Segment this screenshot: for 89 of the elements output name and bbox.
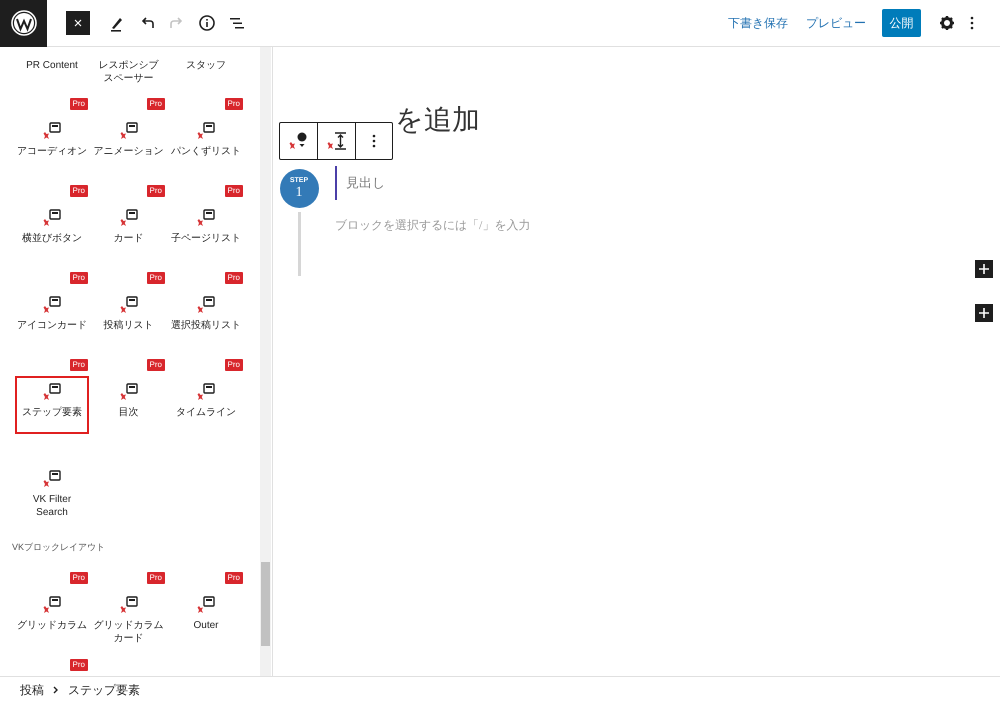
block-item[interactable]: グリッドカラムカード (92, 589, 166, 647)
block-icon (120, 208, 138, 226)
more-options-icon[interactable] (969, 15, 975, 31)
block-icon (120, 382, 138, 400)
block-icon (197, 208, 215, 226)
block-item[interactable]: Outer (169, 589, 243, 647)
block-icon (197, 295, 215, 313)
block-label: PR Content (25, 59, 79, 73)
block-label: グリッドカラムカード (92, 619, 164, 645)
breadcrumb-link[interactable]: 投稿 (20, 681, 44, 699)
block-icon (43, 121, 61, 139)
post-title-field[interactable]: を追加 (395, 105, 480, 137)
block-icon (43, 595, 61, 613)
pro-badge: Pro (146, 272, 165, 284)
pro-badge: Pro (146, 98, 165, 110)
step-line (298, 212, 300, 276)
block-item[interactable]: アイコンカード (15, 289, 89, 347)
block-item[interactable]: パンくずリスト (169, 115, 243, 173)
vertical-arrows-icon (326, 131, 348, 151)
pro-badge: Pro (224, 272, 243, 284)
block-icon (197, 382, 215, 400)
step-icon (288, 131, 310, 151)
step-number: 1 (296, 184, 302, 200)
block-label: アコーディオン (16, 145, 88, 158)
block-icon (197, 595, 215, 613)
block-label: パンくずリスト (170, 145, 242, 158)
breadcrumb-link[interactable]: ステップ要素 (68, 681, 140, 699)
close-button[interactable]: × (66, 11, 90, 35)
settings-icon[interactable] (939, 15, 955, 31)
pro-badge: Pro (224, 359, 243, 371)
block-item[interactable]: VK Filter Search (15, 463, 89, 521)
info-icon[interactable] (198, 14, 216, 32)
block-label: Outer (192, 619, 220, 632)
block-label: 横並びボタン (21, 232, 83, 245)
block-icon (43, 208, 61, 226)
block-item[interactable]: アニメーション (92, 115, 166, 173)
block-label: 子ページリスト (170, 232, 242, 245)
section-heading: VKブロックレイアウト (12, 541, 106, 554)
preview-button[interactable]: プレビュー (802, 14, 870, 32)
block-icon (43, 469, 61, 487)
plus-icon (979, 264, 989, 274)
block-icon (120, 121, 138, 139)
block-item[interactable]: ステップ要素 (15, 376, 89, 434)
add-block-button[interactable] (975, 260, 993, 278)
block-item[interactable]: タイムライン (169, 376, 243, 434)
block-label: カード (112, 232, 144, 245)
save-draft-button[interactable]: 下書き保存 (724, 14, 792, 32)
block-icon (120, 595, 138, 613)
block-item[interactable]: 選択投稿リスト (169, 289, 243, 347)
plus-icon (979, 308, 989, 318)
block-item[interactable]: 目次 (92, 376, 166, 434)
pro-badge: Pro (70, 359, 88, 371)
block-label: ステップ要素 (21, 406, 83, 419)
block-label: タイムライン (175, 406, 237, 419)
block-label: グリッドカラム (16, 619, 88, 632)
block-item[interactable]: カード (92, 202, 166, 260)
pro-badge: Pro (146, 572, 165, 584)
block-item[interactable]: 横並びボタン (15, 202, 89, 260)
pro-badge: Pro (146, 359, 165, 371)
block-label: 投稿リスト (102, 319, 154, 332)
block-label: VK Filter Search (32, 493, 72, 519)
block-item[interactable]: 投稿リスト (92, 289, 166, 347)
block-label: 選択投稿リスト (170, 319, 242, 332)
pro-badge: Pro (70, 185, 88, 197)
block-item[interactable]: アコーディオン (15, 115, 89, 173)
pro-badge: Pro (224, 185, 243, 197)
block-icon (120, 295, 138, 313)
pro-badge: Pro (70, 98, 88, 110)
more-options-icon (372, 134, 376, 148)
block-label: レスポンシブスペーサー (98, 59, 160, 86)
pro-badge: Pro (146, 185, 165, 197)
block-label: スタッフ (185, 59, 227, 73)
block-label: アニメーション (92, 145, 164, 158)
block-icon (43, 295, 61, 313)
block-item[interactable]: グリッドカラム (15, 589, 89, 647)
wordpress-logo[interactable] (0, 0, 47, 46)
add-block-button[interactable] (975, 304, 993, 322)
block-item[interactable]: 子ページリスト (169, 202, 243, 260)
pro-badge: Pro (70, 272, 88, 284)
pro-badge: Pro (224, 572, 243, 584)
publish-button[interactable]: 公開 (882, 9, 921, 37)
block-label: 目次 (118, 406, 140, 419)
block-icon (43, 382, 61, 400)
pro-badge: Pro (70, 572, 88, 584)
block-label: アイコンカード (16, 319, 88, 332)
heading-field[interactable]: 見出し (346, 173, 385, 193)
pro-badge: Pro (70, 659, 88, 671)
pro-badge: Pro (224, 98, 243, 110)
block-icon (197, 121, 215, 139)
